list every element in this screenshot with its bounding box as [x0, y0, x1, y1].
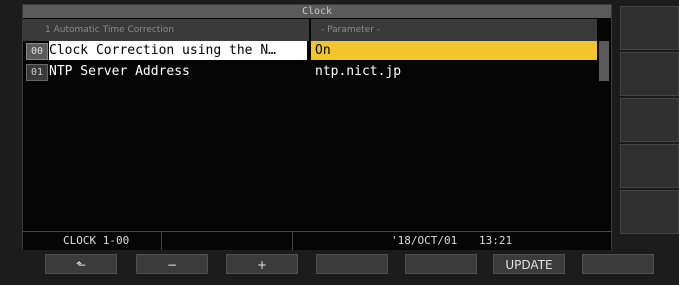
window-title: Clock [23, 5, 611, 18]
side-key-5[interactable] [620, 190, 679, 234]
plus-button[interactable]: + [226, 254, 298, 274]
row-label: Clock Correction using the N… [49, 41, 307, 60]
side-key-2[interactable] [620, 52, 679, 96]
row-value[interactable]: ntp.nict.jp [311, 62, 597, 81]
status-time: 13:21 [479, 234, 513, 247]
row-value[interactable]: On [311, 41, 597, 60]
clock-menu-screen: Clock 1 Automatic Time Correction - Para… [22, 4, 612, 250]
status-id: CLOCK 1-00 [63, 234, 130, 247]
back-icon: ⬑ [75, 258, 87, 272]
side-key-1[interactable] [620, 6, 679, 50]
row-index: 01 [26, 64, 48, 81]
softkey-bar: ⬑ − + UPDATE [0, 254, 679, 274]
update-button[interactable]: UPDATE [493, 254, 565, 274]
side-key-4[interactable] [620, 144, 679, 188]
status-date: '18/OCT/01 [391, 234, 458, 247]
status-empty-cell [162, 232, 293, 250]
row-label: NTP Server Address [49, 64, 190, 79]
back-button[interactable]: ⬑ [45, 254, 117, 274]
menu-row-clock-correction[interactable]: 00 Clock Correction using the N… On [23, 41, 599, 60]
column-header-settings: 1 Automatic Time Correction [23, 19, 309, 41]
menu-row-ntp-server[interactable]: 01 NTP Server Address ntp.nict.jp [23, 62, 599, 81]
status-datetime-cell: '18/OCT/01 13:21 [293, 232, 610, 250]
row-index: 00 [26, 43, 48, 60]
side-key-3[interactable] [620, 98, 679, 142]
minus-button[interactable]: − [136, 254, 208, 274]
softkey-7[interactable] [582, 254, 654, 274]
column-headers: 1 Automatic Time Correction - Parameter … [23, 19, 611, 41]
status-bar: CLOCK 1-00 '18/OCT/01 13:21 [23, 231, 611, 250]
softkey-4[interactable] [316, 254, 388, 274]
status-id-cell: CLOCK 1-00 [23, 232, 162, 250]
column-header-parameter: - Parameter - [311, 19, 597, 41]
list-scrollbar[interactable] [599, 41, 609, 81]
softkey-5[interactable] [405, 254, 477, 274]
